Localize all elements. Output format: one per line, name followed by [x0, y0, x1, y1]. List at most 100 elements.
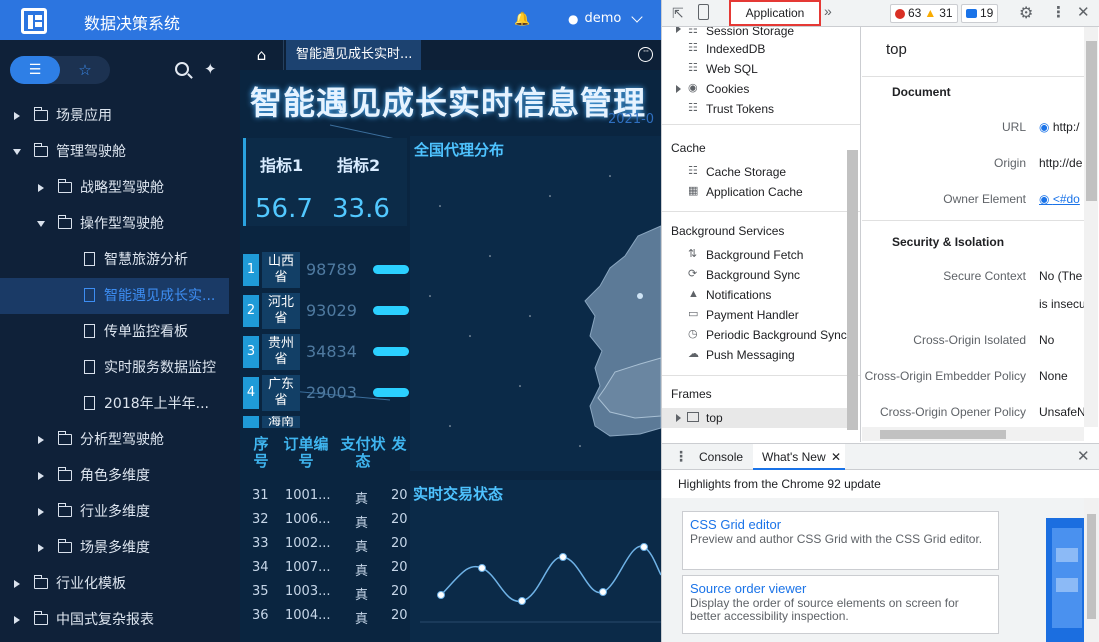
tree-item-industry-templates[interactable]: 行业化模板 — [0, 566, 240, 602]
feature-card[interactable]: Source order viewer Display the order of… — [682, 575, 999, 634]
rank-number: 1 — [243, 254, 259, 286]
tree-item-management-cockpit[interactable]: 管理驾驶舱 — [0, 134, 240, 170]
whats-new-content: CSS Grid editor Preview and author CSS G… — [662, 498, 1099, 642]
home-icon[interactable]: ⌂ — [240, 40, 284, 70]
tab-application[interactable]: Application — [729, 0, 821, 26]
scroll-thumb[interactable] — [1087, 514, 1096, 619]
vertical-scrollbar[interactable] — [1084, 27, 1098, 427]
tree-item-scene-dimension[interactable]: 场景多维度 — [0, 530, 240, 566]
caret-right-icon — [38, 508, 44, 516]
tree-item-tourism-analysis[interactable]: 智慧旅游分析 — [0, 242, 240, 278]
tree-item-scene-apps[interactable]: 场景应用 — [0, 98, 240, 134]
caret-right-icon — [38, 544, 44, 552]
tree-item-analytic-cockpit[interactable]: 分析型驾驶舱 — [0, 422, 240, 458]
secure-context-value: No (The — [1039, 269, 1083, 283]
caret-right-icon — [14, 580, 20, 588]
feature-card[interactable]: CSS Grid editor Preview and author CSS G… — [682, 511, 999, 570]
document-icon — [84, 252, 95, 266]
divider — [862, 76, 1084, 77]
tree-item-2018-h1[interactable]: 2018年上半年... — [0, 386, 240, 422]
devtools: ⇱ Application » 63 ▲ 31 19 ⚙ ⋮ ✕ ☷ Session … — [661, 0, 1099, 642]
folder-icon — [57, 215, 72, 229]
more-tabs-icon[interactable]: » — [824, 3, 832, 19]
cell-status: 真 — [355, 492, 369, 507]
tree-item-label: 中国式复杂报表 — [56, 612, 154, 628]
close-icon[interactable]: ✕ — [1077, 3, 1090, 21]
star-icon[interactable]: ☆ — [60, 56, 110, 84]
url-label: URL — [1001, 120, 1026, 134]
tree-item-service-monitor[interactable]: 实时服务数据监控 — [0, 350, 240, 386]
database-icon: ☷ — [688, 165, 698, 177]
kpi-label: 指标1 — [260, 156, 304, 175]
tree-item-role-dimension[interactable]: 角色多维度 — [0, 458, 240, 494]
close-icon[interactable]: ✕ — [831, 450, 841, 464]
kpi-value: 56.7 — [255, 194, 313, 224]
scroll-thumb[interactable] — [1086, 41, 1097, 201]
unpin-icon[interactable]: ✦ — [204, 60, 217, 78]
error-icon — [895, 8, 905, 19]
secure-context-detail: is insecu — [1039, 297, 1086, 311]
view-switch: ☰ ☆ — [10, 56, 110, 84]
feature-title[interactable]: Source order viewer — [690, 580, 991, 597]
folder-icon — [33, 107, 48, 121]
cell-status: 真 — [355, 564, 369, 579]
url-value[interactable]: ◉ http:/ — [1039, 120, 1080, 134]
china-map — [429, 175, 661, 447]
tab-current-report[interactable]: 智能遇见成长实时... — [286, 40, 421, 70]
rank-province: 广东省 — [262, 375, 300, 411]
tree-item-chinese-reports[interactable]: 中国式复杂报表 — [0, 602, 240, 638]
errors-badge[interactable]: 63 ▲ 31 — [890, 4, 958, 23]
tree-item-growth-realtime[interactable]: 智能遇见成长实... — [0, 278, 229, 314]
sidebar: ☰ ☆ ✦ 场景应用 管理驾驶舱 战略型驾驶舱 操作型驾驶舱 智慧旅游分析 智能… — [0, 40, 240, 642]
feature-description: Display the order of source elements on … — [690, 596, 959, 623]
tab-console[interactable]: Console — [699, 450, 743, 464]
tab-whats-new[interactable]: What's New ✕ — [753, 444, 845, 470]
tree-item-label: 战略型驾驶舱 — [80, 180, 164, 196]
coep-label: Cross-Origin Embedder Policy — [864, 369, 1026, 383]
kebab-menu-icon[interactable]: ⋮ — [1051, 3, 1066, 21]
sidebar-scrollbar[interactable] — [847, 150, 858, 430]
bell-icon[interactable]: 🔔 — [514, 13, 530, 26]
app-title: 数据决策系统 — [84, 14, 181, 33]
close-drawer-icon[interactable]: ✕ — [1077, 447, 1090, 465]
rank-number: 4 — [243, 377, 259, 409]
cell-id: 1006... — [285, 512, 331, 527]
tree-item-label: 场景多维度 — [80, 540, 150, 556]
caret-right-icon — [38, 436, 44, 444]
nav-item-frame-top[interactable]: top — [662, 408, 847, 428]
caret-right-icon — [14, 616, 20, 624]
drawer-scrollbar[interactable] — [1084, 498, 1098, 642]
horizontal-scrollbar[interactable] — [862, 427, 1084, 441]
more-icon[interactable]: ··· — [638, 47, 653, 62]
cell-no: 34 — [252, 560, 269, 575]
user-icon: ● — [568, 11, 579, 26]
tree-item-leaflet-monitor[interactable]: 传单监控看板 — [0, 314, 240, 350]
drawer-tabs: ⋮ Console What's New ✕ ✕ — [662, 444, 1099, 470]
device-toolbar-icon[interactable] — [698, 4, 709, 20]
kpi-panel: 指标1 指标2 56.7 33.6 — [243, 138, 407, 226]
messages-badge[interactable]: 19 — [961, 4, 999, 23]
inspect-icon[interactable]: ⇱ — [672, 5, 684, 22]
cell-status: 真 — [355, 588, 369, 603]
search-icon[interactable] — [175, 62, 189, 76]
scroll-thumb[interactable] — [880, 430, 1006, 439]
cell-no: 36 — [252, 608, 269, 623]
owner-element-link[interactable]: ◉ <#do — [1039, 192, 1080, 206]
tree-item-industry-dimension[interactable]: 行业多维度 — [0, 494, 240, 530]
kebab-menu-icon[interactable]: ⋮ — [674, 448, 688, 465]
tree-item-label: 操作型驾驶舱 — [80, 216, 164, 232]
tree-item-label: 智慧旅游分析 — [104, 252, 188, 268]
tree-item-operational-cockpit[interactable]: 操作型驾驶舱 — [0, 206, 240, 242]
code-icon: ◉ — [1039, 192, 1050, 206]
list-icon[interactable]: ☰ — [10, 56, 60, 84]
caret-right-icon — [676, 414, 681, 422]
tree-item-label: 智能遇见成长实... — [104, 288, 216, 304]
tree-item-strategic-cockpit[interactable]: 战略型驾驶舱 — [0, 170, 240, 206]
devtools-drawer: ⋮ Console What's New ✕ ✕ Highlights from … — [662, 443, 1099, 642]
feature-title[interactable]: CSS Grid editor — [690, 516, 991, 533]
tree-item-label: 角色多维度 — [80, 468, 150, 484]
divider — [862, 220, 1084, 221]
user-menu[interactable]: ● demo — [568, 10, 644, 26]
rank-number — [243, 416, 259, 428]
gear-icon[interactable]: ⚙ — [1019, 3, 1033, 23]
